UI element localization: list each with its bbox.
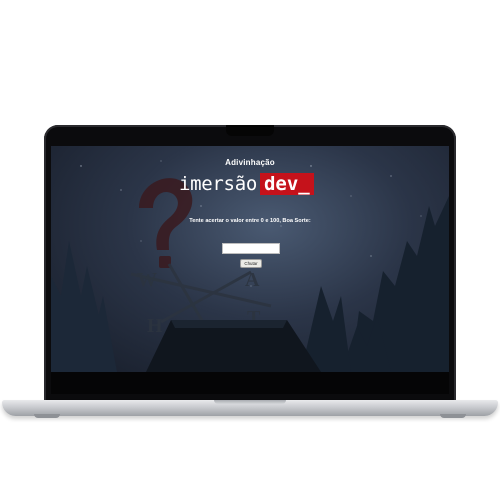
screen-bottom-bezel xyxy=(51,372,449,394)
guess-input[interactable] xyxy=(222,243,280,254)
laptop-mockup: W A H T Adivinhação imersão dev_ Tente a… xyxy=(0,0,500,500)
svg-text:W: W xyxy=(137,269,157,291)
laptop-base-groove xyxy=(214,400,286,404)
instruction-text: Tente acertar o valor entre 0 e 100, Boa… xyxy=(189,218,311,224)
laptop-foot-left xyxy=(34,414,60,418)
imersao-dev-logo: imersão dev_ xyxy=(179,173,314,195)
logo-word: imersão xyxy=(179,173,257,195)
page-title: Adivinhação xyxy=(225,158,275,167)
svg-text:H: H xyxy=(147,315,163,337)
browser-screen: W A H T Adivinhação imersão dev_ Tente a… xyxy=(51,146,449,372)
logo-dev-box: dev_ xyxy=(259,173,314,195)
svg-text:A: A xyxy=(245,269,260,291)
camera-notch xyxy=(226,125,274,136)
laptop-foot-right xyxy=(440,414,466,418)
submit-guess-button[interactable]: Chutar xyxy=(240,259,262,268)
